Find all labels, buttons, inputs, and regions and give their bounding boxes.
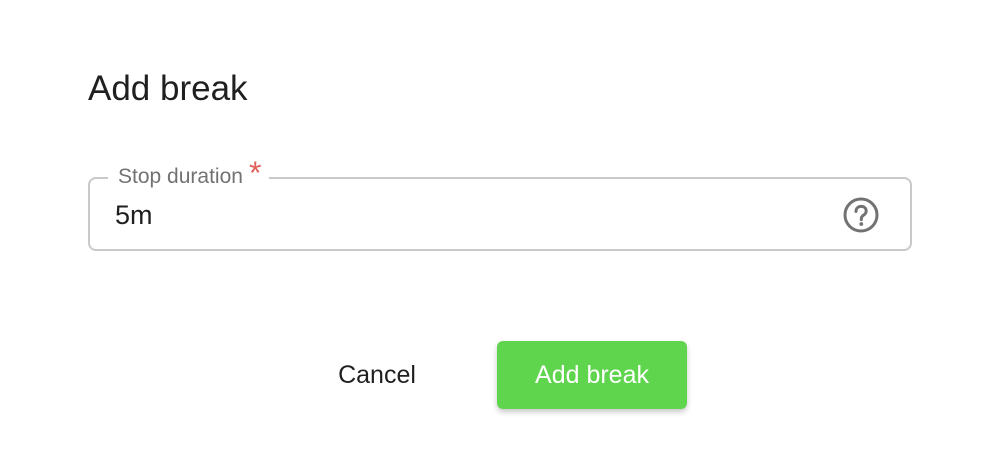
question-circle-icon bbox=[843, 197, 879, 233]
add-break-dialog: Add break Stop duration * Cancel Add bre… bbox=[0, 0, 998, 450]
dialog-title: Add break bbox=[88, 69, 248, 108]
cancel-button[interactable]: Cancel bbox=[316, 341, 438, 409]
stop-duration-label: Stop duration bbox=[118, 165, 243, 188]
help-icon[interactable] bbox=[842, 196, 880, 234]
stop-duration-input[interactable] bbox=[115, 197, 815, 233]
field-legend: Stop duration * bbox=[108, 157, 270, 190]
add-break-button[interactable]: Add break bbox=[497, 341, 687, 409]
required-mark: * bbox=[248, 155, 262, 191]
stop-duration-field[interactable]: Stop duration * bbox=[88, 157, 912, 251]
